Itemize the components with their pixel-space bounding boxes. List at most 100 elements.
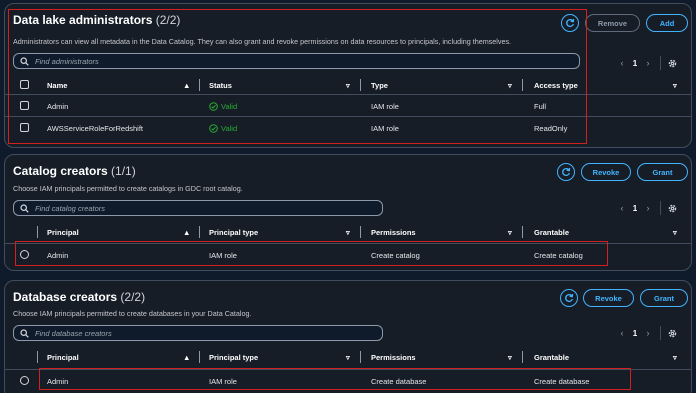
refresh-button[interactable] bbox=[557, 163, 575, 181]
sort-icon[interactable]: ▿ bbox=[673, 348, 677, 366]
status-text: Valid bbox=[221, 101, 238, 111]
column-grantable[interactable]: Grantable bbox=[534, 223, 569, 241]
panel-title-text: Data lake administrators bbox=[13, 13, 153, 27]
column-access-type[interactable]: Access type bbox=[534, 76, 578, 94]
panel-title: Data lake administrators (2/2) bbox=[13, 13, 180, 27]
panel-description: Choose IAM principals permitted to creat… bbox=[13, 184, 243, 193]
catalog-search[interactable] bbox=[13, 200, 383, 216]
revoke-button[interactable]: Revoke bbox=[581, 163, 631, 181]
row-permissions: Create database bbox=[371, 376, 427, 386]
row-grantable: Create database bbox=[534, 376, 590, 386]
row-grantable: Create catalog bbox=[534, 250, 583, 260]
grant-button[interactable]: Grant bbox=[640, 289, 688, 307]
settings-gear-icon[interactable] bbox=[667, 327, 679, 339]
row-radio[interactable] bbox=[20, 376, 29, 385]
column-permissions[interactable]: Permissions bbox=[371, 223, 416, 241]
column-grantable[interactable]: Grantable bbox=[534, 348, 569, 366]
table-header: Principal ▲ Principal type ▿ Permissions… bbox=[5, 223, 691, 241]
refresh-button[interactable] bbox=[560, 289, 578, 307]
sort-icon[interactable]: ▿ bbox=[508, 348, 512, 366]
database-search-input[interactable] bbox=[35, 328, 361, 338]
sort-icon[interactable]: ▿ bbox=[346, 76, 350, 94]
previous-page-icon[interactable]: ‹ bbox=[616, 58, 628, 68]
database-creators-panel: Database creators (2/2) Choose IAM princ… bbox=[4, 280, 692, 393]
panel-count: (2/2) bbox=[120, 290, 146, 304]
remove-button[interactable]: Remove bbox=[585, 14, 640, 32]
column-name[interactable]: Name bbox=[47, 76, 67, 94]
previous-page-icon[interactable]: ‹ bbox=[616, 203, 628, 213]
column-principal[interactable]: Principal bbox=[47, 223, 79, 241]
settings-gear-icon[interactable] bbox=[667, 57, 679, 69]
pagination: ‹ 1 › bbox=[616, 201, 679, 215]
row-principal: Admin bbox=[47, 250, 69, 260]
row-access-type: ReadOnly bbox=[534, 123, 568, 133]
status-valid: Valid bbox=[209, 95, 237, 117]
refresh-icon bbox=[562, 167, 571, 177]
column-permissions[interactable]: Permissions bbox=[371, 348, 416, 366]
status-valid: Valid bbox=[209, 117, 237, 139]
panel-title-text: Database creators bbox=[13, 290, 118, 304]
column-type[interactable]: Type bbox=[371, 76, 388, 94]
table-header: Name ▲ Status ▿ Type ▿ Access type ▿ bbox=[5, 76, 691, 94]
select-all-checkbox[interactable] bbox=[20, 80, 29, 89]
row-principal: Admin bbox=[47, 376, 69, 386]
next-page-icon[interactable]: › bbox=[642, 328, 654, 338]
page-number[interactable]: 1 bbox=[628, 204, 642, 213]
data-lake-administrators-panel: Data lake administrators (2/2) Administr… bbox=[4, 3, 692, 148]
pagination: ‹ 1 › bbox=[616, 56, 679, 70]
revoke-button[interactable]: Revoke bbox=[583, 289, 634, 307]
panel-description: Choose IAM principals permitted to creat… bbox=[13, 309, 252, 318]
page-number[interactable]: 1 bbox=[628, 59, 642, 68]
sort-ascending-icon[interactable]: ▲ bbox=[183, 223, 190, 241]
search-icon bbox=[20, 56, 30, 66]
sort-icon[interactable]: ▿ bbox=[346, 223, 350, 241]
table-row[interactable]: Admin Valid IAM role Full bbox=[5, 94, 691, 116]
settings-gear-icon[interactable] bbox=[667, 202, 679, 214]
column-principal-type[interactable]: Principal type bbox=[209, 223, 258, 241]
row-name: AWSServiceRoleForRedshift bbox=[47, 123, 144, 133]
row-principal-type: IAM role bbox=[209, 250, 237, 260]
row-type: IAM role bbox=[371, 123, 399, 133]
column-principal[interactable]: Principal bbox=[47, 348, 79, 366]
admin-search[interactable] bbox=[13, 53, 580, 69]
table-row[interactable]: Admin IAM role Create database Create da… bbox=[5, 369, 691, 391]
search-icon bbox=[20, 203, 30, 213]
refresh-button[interactable] bbox=[561, 14, 579, 32]
next-page-icon[interactable]: › bbox=[642, 203, 654, 213]
database-search[interactable] bbox=[13, 325, 383, 341]
panel-title: Catalog creators (1/1) bbox=[13, 164, 136, 178]
row-principal-type: IAM role bbox=[209, 376, 237, 386]
table-row[interactable]: AWSServiceRoleForRedshift Valid IAM role… bbox=[5, 116, 691, 138]
sort-icon[interactable]: ▿ bbox=[508, 76, 512, 94]
check-circle-icon bbox=[209, 123, 218, 133]
next-page-icon[interactable]: › bbox=[642, 58, 654, 68]
refresh-icon bbox=[566, 18, 575, 28]
admin-search-input[interactable] bbox=[35, 56, 539, 66]
column-principal-type[interactable]: Principal type bbox=[209, 348, 258, 366]
previous-page-icon[interactable]: ‹ bbox=[616, 328, 628, 338]
sort-icon[interactable]: ▿ bbox=[346, 348, 350, 366]
pagination: ‹ 1 › bbox=[616, 326, 679, 340]
sort-ascending-icon[interactable]: ▲ bbox=[183, 76, 190, 94]
sort-ascending-icon[interactable]: ▲ bbox=[183, 348, 190, 366]
grant-button[interactable]: Grant bbox=[637, 163, 688, 181]
table-header: Principal ▲ Principal type ▿ Permissions… bbox=[5, 348, 691, 366]
add-button[interactable]: Add bbox=[646, 14, 688, 32]
column-status[interactable]: Status bbox=[209, 76, 232, 94]
panel-count: (2/2) bbox=[155, 13, 181, 27]
page-number[interactable]: 1 bbox=[628, 329, 642, 338]
sort-icon[interactable]: ▿ bbox=[673, 223, 677, 241]
panel-title-text: Catalog creators bbox=[13, 164, 108, 178]
row-radio[interactable] bbox=[20, 250, 29, 259]
sort-icon[interactable]: ▿ bbox=[508, 223, 512, 241]
panel-description: Administrators can view all metadata in … bbox=[13, 37, 512, 46]
panel-title: Database creators (2/2) bbox=[13, 290, 145, 304]
row-access-type: Full bbox=[534, 101, 547, 111]
row-checkbox[interactable] bbox=[20, 101, 29, 110]
row-permissions: Create catalog bbox=[371, 250, 420, 260]
catalog-search-input[interactable] bbox=[35, 203, 361, 213]
row-checkbox[interactable] bbox=[20, 123, 29, 132]
table-row[interactable]: Admin IAM role Create catalog Create cat… bbox=[5, 243, 691, 265]
row-name: Admin bbox=[47, 101, 69, 111]
sort-icon[interactable]: ▿ bbox=[673, 76, 677, 94]
